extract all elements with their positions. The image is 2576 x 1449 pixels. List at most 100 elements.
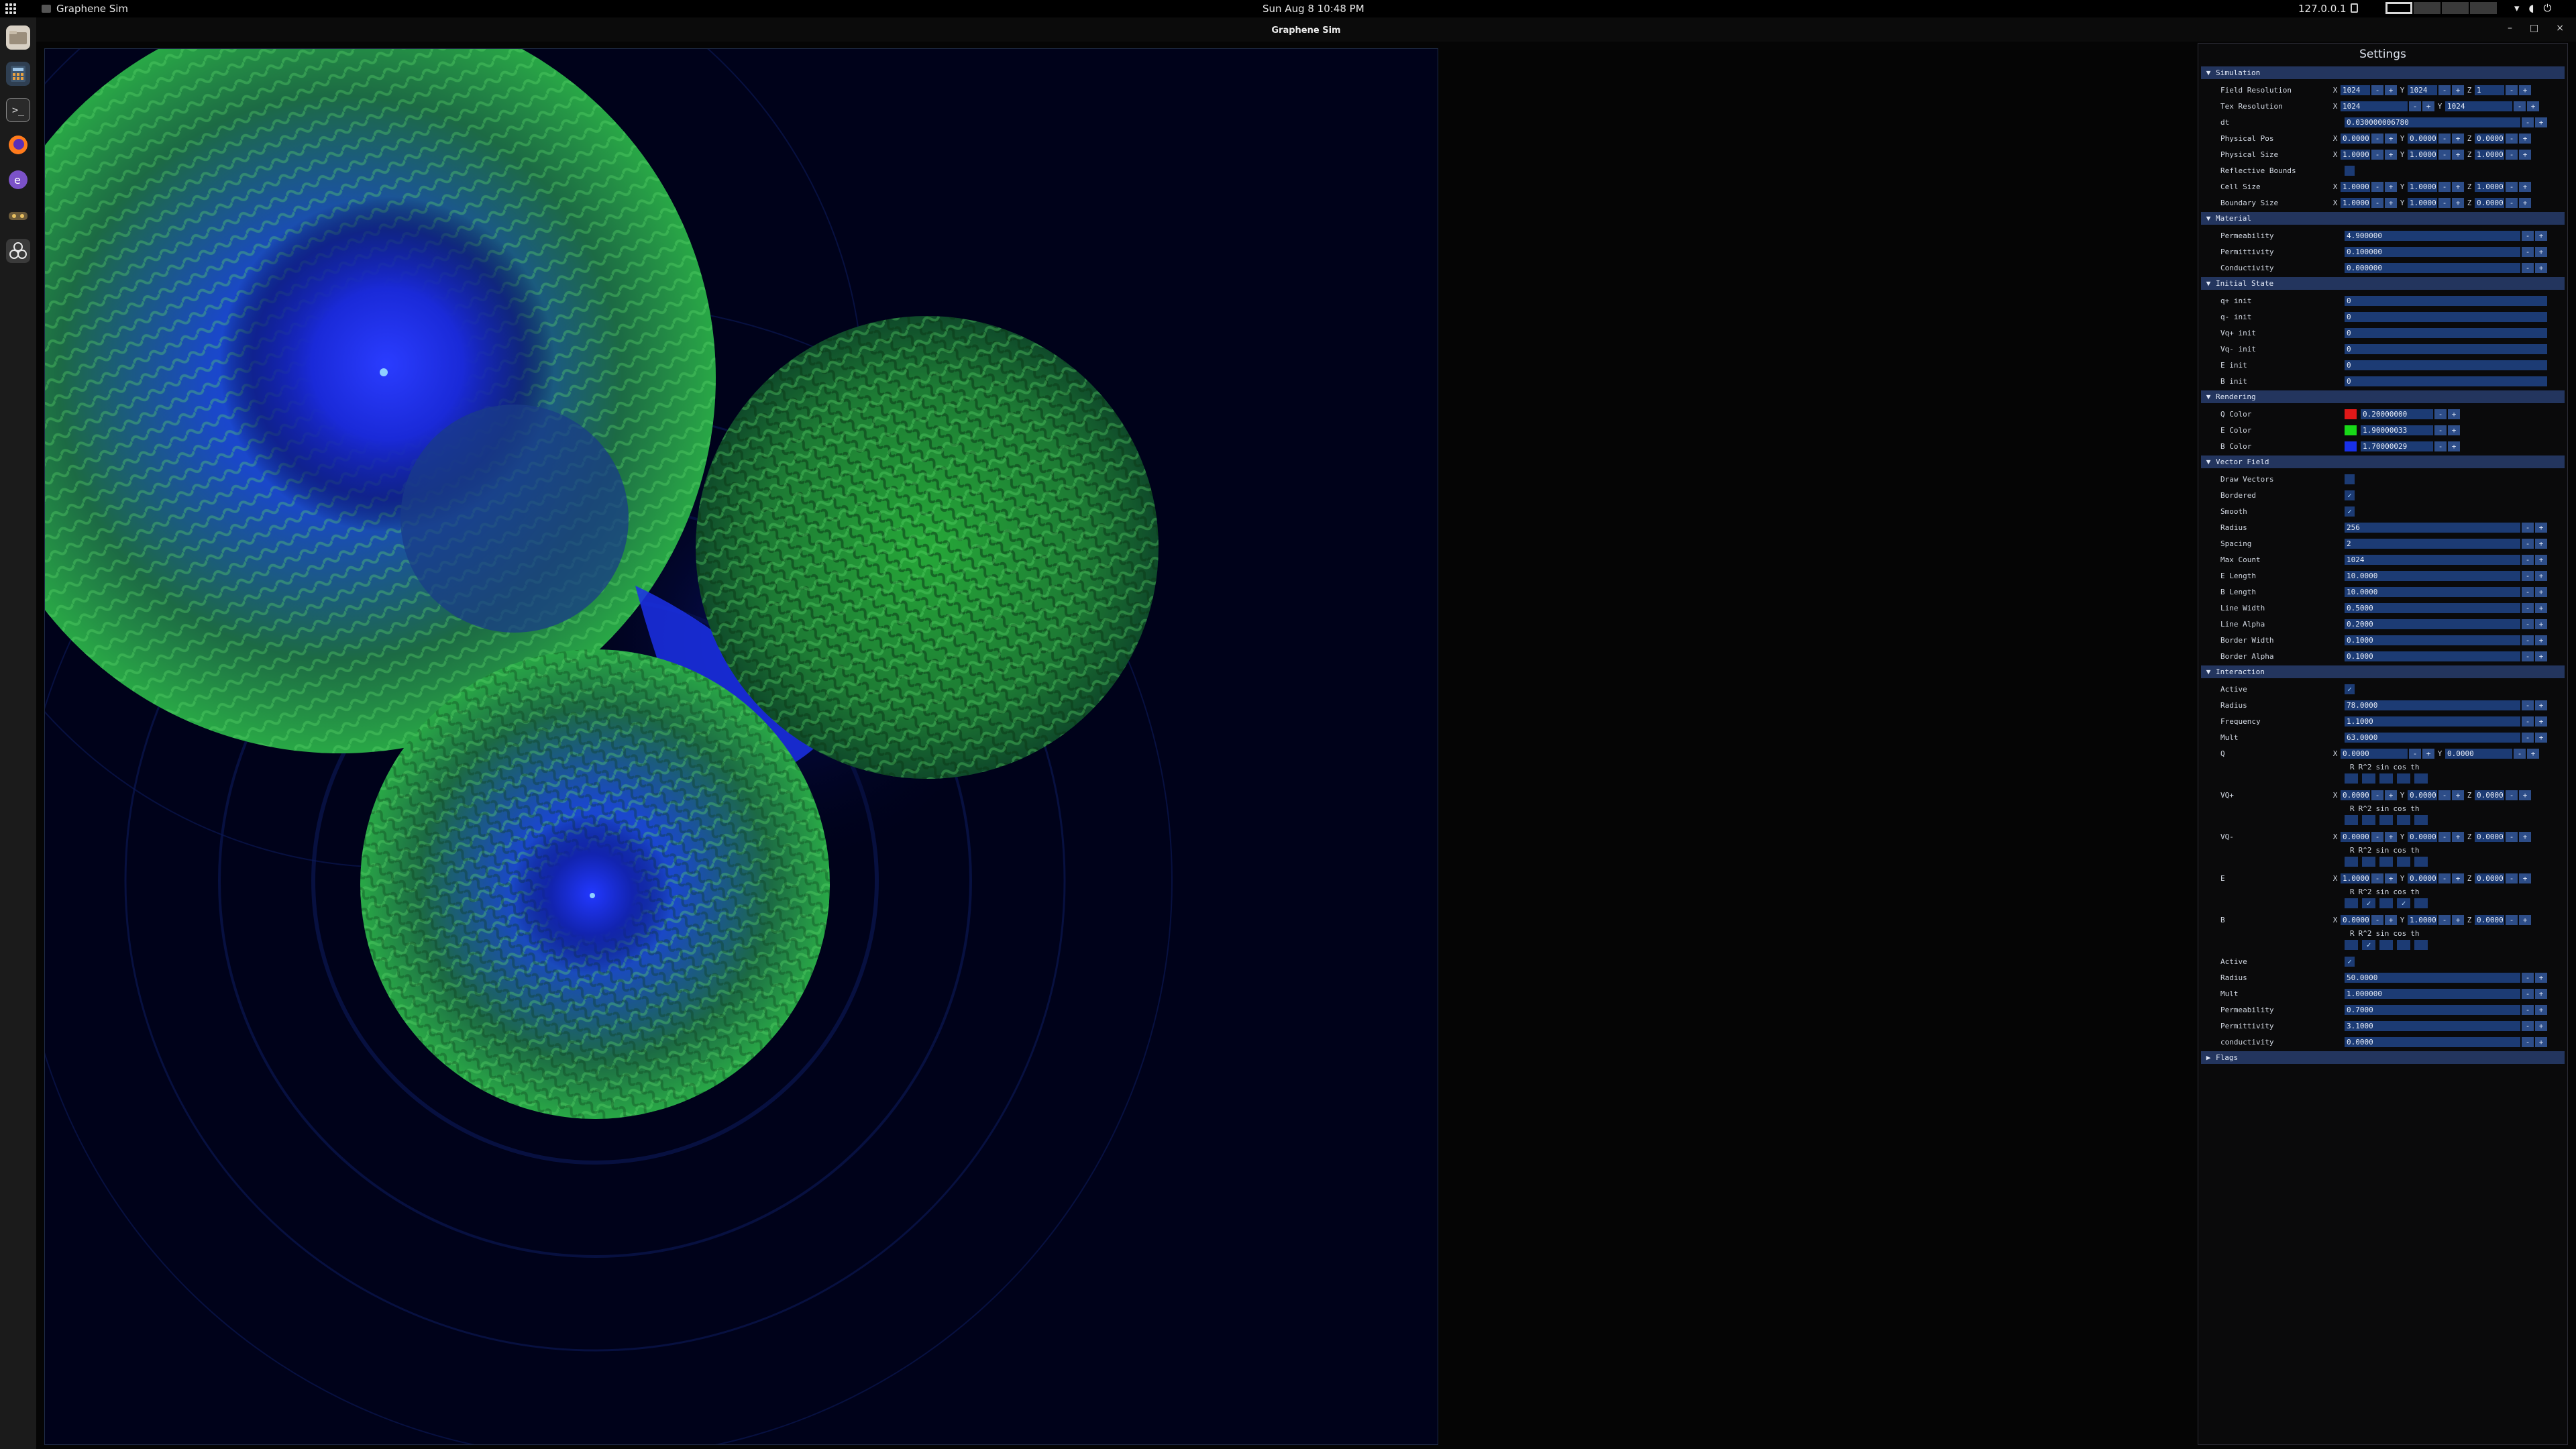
boundary-size-z[interactable]: 0.0000: [2475, 197, 2504, 208]
decrement-button[interactable]: -: [2371, 831, 2383, 842]
interaction-frequency-input[interactable]: 1.1000: [2345, 716, 2520, 727]
decrement-button[interactable]: -: [2522, 262, 2534, 273]
increment-button[interactable]: +: [2385, 85, 2397, 95]
simulation-viewport[interactable]: [44, 48, 1438, 1445]
b-flag-r2[interactable]: ✓: [2362, 940, 2375, 950]
decrement-button[interactable]: -: [2409, 101, 2421, 111]
b-y[interactable]: 1.0000: [2408, 914, 2437, 925]
calculator-icon[interactable]: [6, 62, 30, 86]
vq-plus-z[interactable]: 0.0000: [2475, 790, 2504, 800]
vq-plus-flag-cos[interactable]: [2397, 815, 2410, 825]
b-z[interactable]: 0.0000: [2475, 914, 2504, 925]
section-material[interactable]: ▼ Material: [2201, 212, 2565, 225]
decrement-button[interactable]: -: [2522, 635, 2534, 645]
decrement-button[interactable]: -: [2522, 538, 2534, 549]
conductivity-input[interactable]: 0.000000: [2345, 262, 2520, 273]
decrement-button[interactable]: -: [2438, 181, 2451, 192]
tex-resolution-x[interactable]: 1024: [2341, 101, 2408, 111]
increment-button[interactable]: +: [2452, 831, 2464, 842]
decrement-button[interactable]: -: [2438, 85, 2451, 95]
decrement-button[interactable]: -: [2409, 748, 2421, 759]
decrement-button[interactable]: -: [2438, 149, 2451, 160]
decrement-button[interactable]: -: [2434, 425, 2447, 435]
interaction-q-x[interactable]: 0.0000: [2341, 748, 2408, 759]
decrement-button[interactable]: -: [2438, 873, 2451, 883]
decrement-button[interactable]: -: [2438, 790, 2451, 800]
increment-button[interactable]: +: [2535, 538, 2547, 549]
vq-minus-flag-th[interactable]: [2414, 857, 2428, 867]
decrement-button[interactable]: -: [2522, 1004, 2534, 1015]
q-color-swatch[interactable]: [2345, 409, 2357, 419]
decrement-button[interactable]: -: [2522, 522, 2534, 533]
decrement-button[interactable]: -: [2371, 149, 2383, 160]
decrement-button[interactable]: -: [2522, 117, 2534, 127]
decrement-button[interactable]: -: [2522, 570, 2534, 581]
q-flag-r[interactable]: [2345, 773, 2358, 784]
minimize-button[interactable]: –: [2508, 23, 2512, 34]
material-mult-input[interactable]: 1.000000: [2345, 988, 2520, 999]
increment-button[interactable]: +: [2422, 101, 2434, 111]
decrement-button[interactable]: -: [2506, 873, 2518, 883]
e-flag-r[interactable]: [2345, 898, 2358, 908]
decrement-button[interactable]: -: [2522, 554, 2534, 565]
workspace-switcher[interactable]: [2385, 2, 2497, 14]
decrement-button[interactable]: -: [2371, 181, 2383, 192]
decrement-button[interactable]: -: [2522, 230, 2534, 241]
q-minus-init-input[interactable]: 0: [2345, 311, 2547, 322]
increment-button[interactable]: +: [2519, 133, 2531, 144]
increment-button[interactable]: +: [2385, 914, 2397, 925]
increment-button[interactable]: +: [2535, 262, 2547, 273]
increment-button[interactable]: +: [2385, 181, 2397, 192]
b-flag-r[interactable]: [2345, 940, 2358, 950]
increment-button[interactable]: +: [2527, 748, 2539, 759]
interaction-radius-input[interactable]: 78.0000: [2345, 700, 2520, 710]
workspace-1[interactable]: [2385, 2, 2412, 14]
vq-plus-flag-r[interactable]: [2345, 815, 2358, 825]
decrement-button[interactable]: -: [2522, 972, 2534, 983]
decrement-button[interactable]: -: [2371, 133, 2383, 144]
increment-button[interactable]: +: [2535, 554, 2547, 565]
q-plus-init-input[interactable]: 0: [2345, 295, 2547, 306]
b-init-input[interactable]: 0: [2345, 376, 2547, 386]
vq-minus-flag-r[interactable]: [2345, 857, 2358, 867]
decrement-button[interactable]: -: [2438, 197, 2451, 208]
terminal-icon[interactable]: >_: [6, 98, 30, 122]
boundary-size-y[interactable]: 1.0000: [2408, 197, 2437, 208]
increment-button[interactable]: +: [2452, 181, 2464, 192]
clipboard-icon[interactable]: [2351, 3, 2358, 13]
clock[interactable]: Sun Aug 8 10:48 PM: [1263, 3, 1364, 15]
increment-button[interactable]: +: [2535, 602, 2547, 613]
increment-button[interactable]: +: [2535, 1036, 2547, 1047]
increment-button[interactable]: +: [2448, 425, 2460, 435]
vq-plus-flag-th[interactable]: [2414, 815, 2428, 825]
permittivity-input[interactable]: 0.100000: [2345, 246, 2520, 257]
decrement-button[interactable]: -: [2506, 831, 2518, 842]
increment-button[interactable]: +: [2535, 570, 2547, 581]
decrement-button[interactable]: -: [2371, 790, 2383, 800]
decrement-button[interactable]: -: [2506, 790, 2518, 800]
b-flag-sin[interactable]: [2379, 940, 2393, 950]
interaction-active-checkbox[interactable]: ✓: [2345, 684, 2355, 694]
vf-b-length-input[interactable]: 10.0000: [2345, 586, 2520, 597]
decrement-button[interactable]: -: [2514, 748, 2526, 759]
vf-line-alpha-input[interactable]: 0.2000: [2345, 619, 2520, 629]
window-title-bar[interactable]: Graphene Sim – □ ×: [36, 17, 2576, 42]
dt-input[interactable]: 0.030000006780: [2345, 117, 2520, 127]
section-interaction[interactable]: ▼ Interaction: [2201, 665, 2565, 678]
material-active-checkbox[interactable]: ✓: [2345, 956, 2355, 967]
increment-button[interactable]: +: [2519, 790, 2531, 800]
vf-max-count-input[interactable]: 1024: [2345, 554, 2520, 565]
field-resolution-z[interactable]: 1: [2475, 85, 2504, 95]
workspace-3[interactable]: [2442, 2, 2469, 14]
vf-line-width-input[interactable]: 0.5000: [2345, 602, 2520, 613]
section-vector-field[interactable]: ▼ Vector Field: [2201, 455, 2565, 468]
q-flag-th[interactable]: [2414, 773, 2428, 784]
q-flag-r2[interactable]: [2362, 773, 2375, 784]
material-conductivity-input[interactable]: 0.0000: [2345, 1036, 2520, 1047]
field-resolution-x[interactable]: 1024: [2341, 85, 2370, 95]
e-color-input[interactable]: 1.90000033: [2361, 425, 2433, 435]
increment-button[interactable]: +: [2448, 441, 2460, 451]
cell-size-x[interactable]: 1.0000: [2341, 181, 2370, 192]
vq-minus-z[interactable]: 0.0000: [2475, 831, 2504, 842]
q-flag-sin[interactable]: [2379, 773, 2393, 784]
